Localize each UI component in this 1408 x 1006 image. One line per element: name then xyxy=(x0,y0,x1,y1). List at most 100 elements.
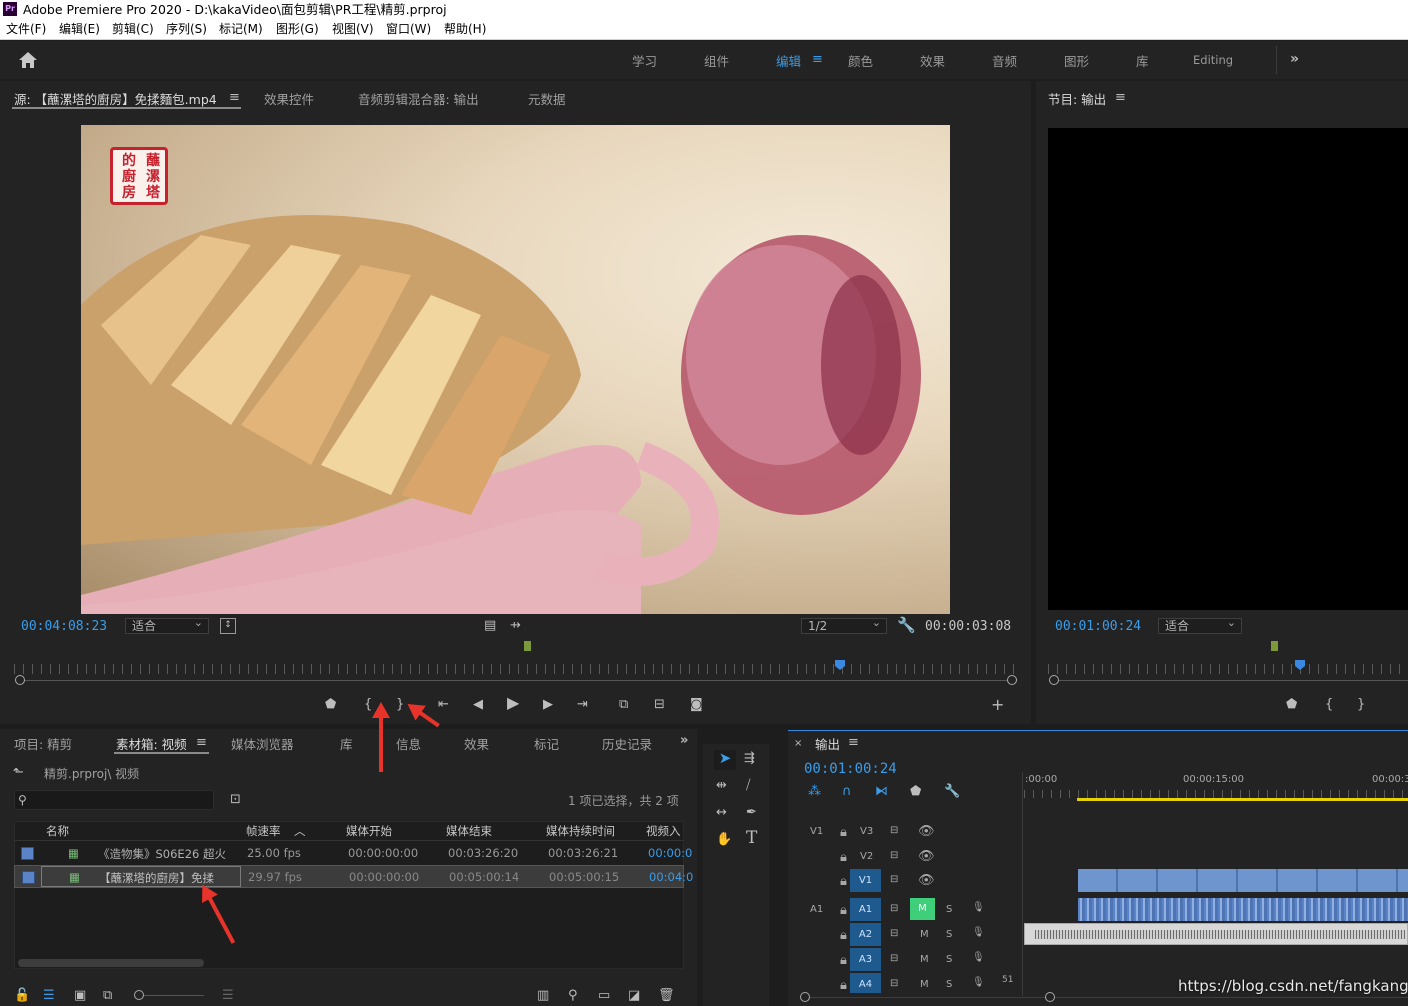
trash-icon[interactable]: 🗑 xyxy=(658,988,675,1004)
target-a4[interactable]: A4 xyxy=(850,973,881,993)
program-timecode[interactable]: 00:01:00:24 xyxy=(1055,619,1141,634)
table-row[interactable]: ▦ 《造物集》S06E26 超火 25.00 fps 00:00:00:00 0… xyxy=(14,842,692,865)
audio-clip-a2[interactable] xyxy=(1024,923,1408,945)
mic-icon[interactable]: 🎙︎ xyxy=(972,952,985,963)
mic-icon[interactable]: 🎙︎ xyxy=(972,927,985,938)
program-time-ruler[interactable] xyxy=(1048,664,1408,674)
more-workspaces-icon[interactable]: » xyxy=(1290,51,1299,67)
tab-media-browser[interactable]: 媒体浏览器 xyxy=(231,734,294,753)
solo-button[interactable]: S xyxy=(946,954,952,965)
zoom-slider[interactable] xyxy=(140,995,204,996)
program-mark-in-icon[interactable]: { xyxy=(1325,697,1333,713)
mute-button[interactable]: M xyxy=(910,898,935,920)
col-name[interactable]: 名称 xyxy=(46,823,69,839)
horizontal-scrollbar[interactable] xyxy=(18,959,204,967)
source-time-ruler[interactable] xyxy=(14,664,1018,674)
settings-toggle-icon[interactable]: ↕ xyxy=(220,618,236,634)
table-row-selected[interactable]: ▦ 【蘸漯塔的廚房】免揉 29.97 fps 00:00:00:00 00:05… xyxy=(14,865,693,888)
audio-clip-a1[interactable] xyxy=(1078,898,1408,921)
solo-button[interactable]: S xyxy=(946,979,952,990)
more-tabs-icon[interactable]: » xyxy=(680,733,688,749)
target-a1[interactable]: A1 xyxy=(850,898,881,921)
nest-icon[interactable]: ⁂ xyxy=(808,784,821,800)
program-mark-out-icon[interactable]: } xyxy=(1357,697,1365,713)
lock-icon[interactable]: 🔒︎ xyxy=(840,874,847,889)
add-marker-icon[interactable]: ⬟ xyxy=(325,697,336,713)
source-patch-a1[interactable]: A1 xyxy=(810,904,823,915)
tab-sequence[interactable]: 输出 xyxy=(815,734,840,753)
mute-button[interactable]: M xyxy=(920,929,929,940)
workspace-editing-custom[interactable]: Editing xyxy=(1193,53,1233,67)
workspace-editing[interactable]: 编辑 xyxy=(776,51,801,70)
insert-icon[interactable]: ⧉ xyxy=(619,697,628,713)
label-color-swatch[interactable] xyxy=(22,871,35,884)
new-bin-icon[interactable]: ▭ xyxy=(598,988,610,1004)
source-fit-select[interactable]: 适合 xyxy=(125,616,209,634)
button-editor-icon[interactable]: + xyxy=(991,697,1004,713)
tab-effect-controls[interactable]: 效果控件 xyxy=(264,89,314,108)
timeline-menu-icon[interactable]: ≡ xyxy=(848,735,859,751)
tab-markers[interactable]: 标记 xyxy=(534,734,559,753)
menu-marker[interactable]: 标记(M) xyxy=(219,19,263,40)
timeline-scroll-right[interactable] xyxy=(1045,992,1055,1002)
video-clip-v1[interactable] xyxy=(1078,869,1408,892)
tab-history[interactable]: 历史记录 xyxy=(602,734,652,753)
sync-lock-icon[interactable]: ⊟ xyxy=(890,825,898,836)
solo-button[interactable]: S xyxy=(946,904,952,915)
step-forward-icon[interactable]: ▶ xyxy=(543,697,553,713)
tab-audio-clip-mixer[interactable]: 音频剪辑混合器: 输出 xyxy=(358,89,479,108)
zoom-handle-left[interactable] xyxy=(15,675,25,685)
linked-selection-icon[interactable]: ⧑ xyxy=(875,784,888,800)
workspace-effects[interactable]: 效果 xyxy=(920,51,945,70)
workspace-assembly[interactable]: 组件 xyxy=(704,51,729,70)
menu-sequence[interactable]: 序列(S) xyxy=(166,19,207,40)
panel-menu-icon[interactable]: ≡ xyxy=(229,90,240,106)
tab-project[interactable]: 项目: 精剪 xyxy=(14,734,72,753)
track-select-tool-icon[interactable]: ⇶ xyxy=(744,751,755,767)
sync-lock-icon[interactable]: ⊟ xyxy=(890,903,898,914)
timeline-settings-icon[interactable]: 🔧 xyxy=(944,784,960,800)
hand-tool-icon[interactable]: ✋ xyxy=(716,832,732,848)
workspace-learn[interactable]: 学习 xyxy=(632,51,657,70)
home-icon[interactable] xyxy=(18,51,38,69)
workspace-audio[interactable]: 音频 xyxy=(992,51,1017,70)
col-media-end[interactable]: 媒体结束 xyxy=(446,823,492,839)
wrench-icon[interactable]: 🔧 xyxy=(897,617,916,633)
tab-libraries[interactable]: 库 xyxy=(340,734,353,753)
sync-lock-icon[interactable]: ⊟ xyxy=(890,928,898,939)
slip-tool-icon[interactable]: ↔ xyxy=(716,805,727,821)
search-input[interactable] xyxy=(14,790,214,810)
lock-icon[interactable]: 🔒︎ xyxy=(840,928,847,943)
menu-edit[interactable]: 编辑(E) xyxy=(59,19,100,40)
tab-info[interactable]: 信息 xyxy=(396,734,421,753)
menu-clip[interactable]: 剪辑(C) xyxy=(112,19,154,40)
play-icon[interactable]: ▶ xyxy=(507,695,519,711)
snap-icon[interactable]: ∩ xyxy=(842,784,852,800)
find-icon[interactable]: ⚲ xyxy=(568,988,578,1004)
workspace-menu-icon[interactable]: ≡ xyxy=(812,52,823,68)
go-to-in-icon[interactable]: ⇤ xyxy=(438,697,449,713)
sort-icons-icon[interactable]: ☰ xyxy=(222,988,234,1004)
eye-icon[interactable]: 👁︎ xyxy=(918,824,935,839)
zoom-handle-right[interactable] xyxy=(1007,675,1017,685)
new-bin-from-search-icon[interactable]: ⊡ xyxy=(230,792,241,808)
eye-icon[interactable]: 👁︎ xyxy=(918,873,935,888)
target-a2[interactable]: A2 xyxy=(850,923,881,946)
col-media-start[interactable]: 媒体开始 xyxy=(346,823,392,839)
solo-button[interactable]: S xyxy=(946,929,952,940)
timeline-ruler[interactable] xyxy=(1024,790,1408,798)
type-tool-icon[interactable]: T xyxy=(746,830,757,847)
mic-icon[interactable]: 🎙︎ xyxy=(972,902,985,913)
tab-program[interactable]: 节目: 输出 xyxy=(1048,89,1106,108)
workspace-libraries[interactable]: 库 xyxy=(1136,51,1149,70)
menu-window[interactable]: 窗口(W) xyxy=(386,19,431,40)
lock-icon[interactable]: 🔒︎ xyxy=(840,978,847,993)
close-sequence-icon[interactable]: × xyxy=(794,736,802,752)
program-zoom-handle[interactable] xyxy=(1049,675,1059,685)
tab-effects[interactable]: 效果 xyxy=(464,734,489,753)
mute-button[interactable]: M xyxy=(920,979,929,990)
program-zoom-bar[interactable] xyxy=(1055,680,1408,681)
label-color-swatch[interactable] xyxy=(21,847,34,860)
source-timecode[interactable]: 00:04:08:23 xyxy=(21,619,107,634)
zoom-slider-handle[interactable] xyxy=(134,990,144,1000)
